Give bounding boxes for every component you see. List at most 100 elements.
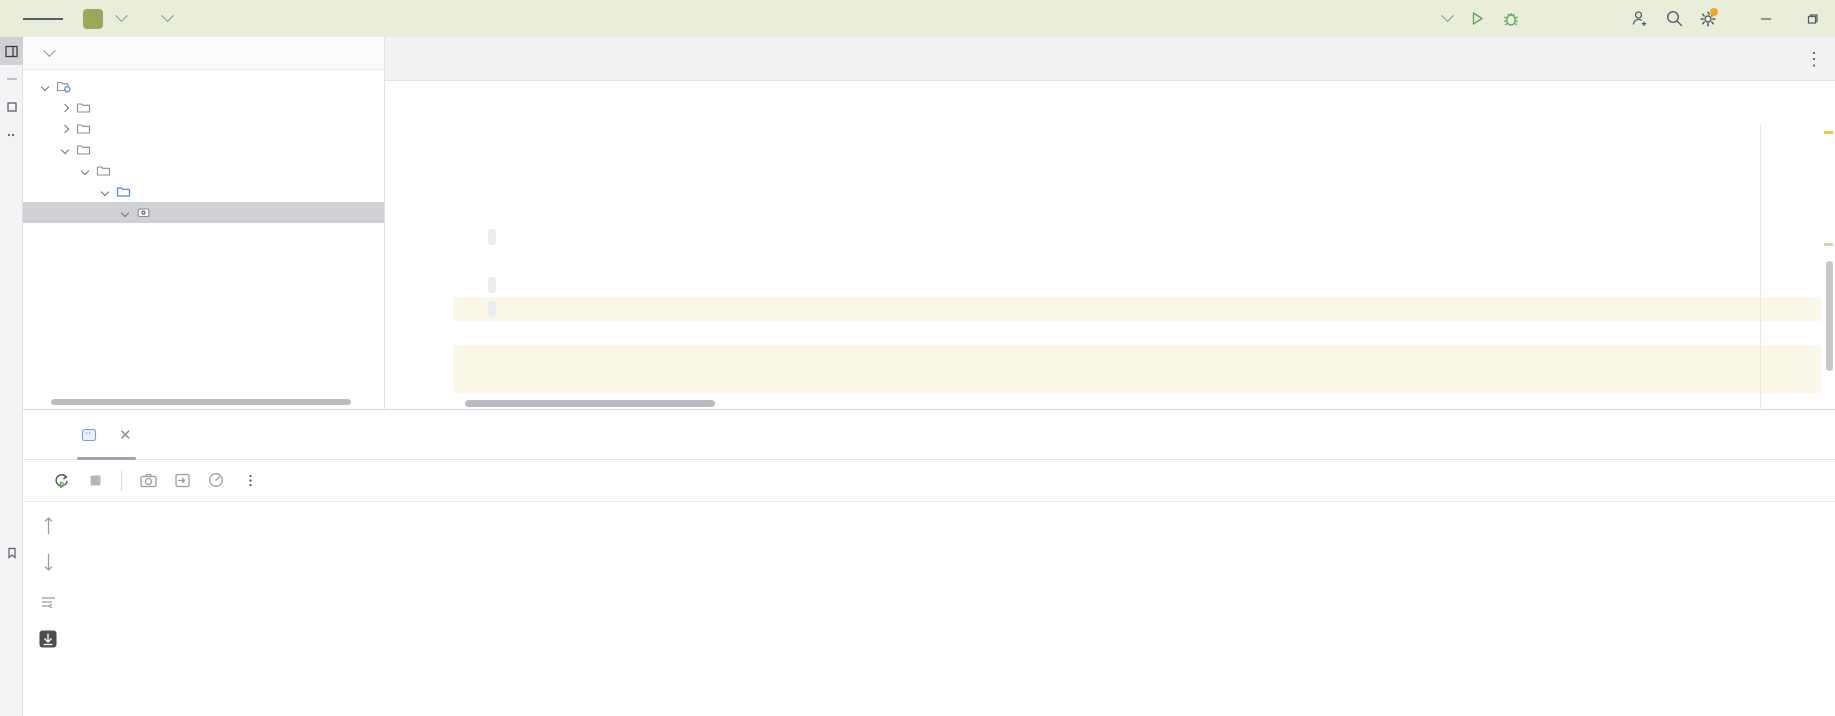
chevron-right-icon[interactable]	[57, 103, 73, 112]
main-menu-button[interactable]	[23, 0, 63, 37]
run-configuration-selector[interactable]	[1428, 9, 1460, 26]
editor-tabs-more-button[interactable]: ⋮	[1799, 37, 1829, 81]
hamburger-line	[36, 17, 50, 20]
chevron-down-icon[interactable]	[97, 187, 113, 196]
stripe-warning-mark[interactable]	[1824, 131, 1833, 134]
rail-bookmarks-button[interactable]	[0, 539, 23, 567]
console-view[interactable]	[23, 502, 1835, 715]
editor-gutter[interactable]	[385, 81, 453, 409]
editor-vertical-scrollbar[interactable]	[1826, 261, 1833, 371]
project-badge	[83, 8, 103, 29]
add-user-button[interactable]	[1623, 0, 1657, 37]
rail-project-button[interactable]	[0, 37, 23, 65]
tree-item-main[interactable]	[23, 160, 384, 181]
folder-icon	[76, 145, 90, 155]
module-icon	[56, 81, 71, 93]
code-line-7	[453, 225, 1835, 249]
arrow-glyph	[40, 82, 50, 91]
debug-button[interactable]	[1494, 0, 1528, 37]
folder-icon	[73, 142, 93, 157]
editor-area: ⋮	[385, 37, 1835, 409]
code-line-9	[453, 273, 1835, 297]
toolbar-separator	[121, 470, 122, 491]
folder-icon	[76, 124, 90, 134]
tree-item-com-cc1[interactable]	[23, 202, 384, 223]
scroll-down-icon	[44, 554, 52, 571]
profiler-button[interactable]	[200, 465, 232, 497]
run-tab-hellodefineclass[interactable]: ✕	[67, 410, 146, 460]
main-toolbar	[0, 0, 1835, 37]
code-line-10	[453, 297, 1835, 321]
project-panel-header[interactable]	[23, 37, 384, 70]
close-icon[interactable]: ✕	[119, 426, 132, 444]
tree-item-src[interactable]	[23, 139, 384, 160]
restore-window-button[interactable]	[1789, 0, 1835, 37]
code-content[interactable]	[453, 81, 1835, 409]
folder-icon	[73, 100, 93, 115]
more-options-button[interactable]	[234, 465, 266, 497]
project-selector[interactable]	[75, 6, 134, 32]
tree-item-vscode[interactable]	[23, 118, 384, 139]
chevron-down-icon[interactable]	[77, 166, 93, 175]
chevron-down-icon[interactable]	[37, 82, 53, 91]
chevron-down-icon[interactable]	[57, 145, 73, 154]
debug-bug-icon	[1503, 12, 1519, 26]
stop-icon	[90, 475, 100, 486]
run-button[interactable]	[1460, 0, 1494, 37]
add-user-icon	[1632, 11, 1646, 26]
bookmark-icon	[7, 547, 16, 559]
editor-horizontal-scrollbar[interactable]	[465, 400, 715, 407]
screenshot-button[interactable]	[132, 465, 164, 497]
hamburger-line	[23, 17, 37, 20]
restore-icon	[1807, 13, 1818, 24]
scroll-up-button[interactable]	[36, 514, 60, 536]
code-editor[interactable]	[385, 81, 1835, 409]
stripe-info-mark[interactable]	[1824, 243, 1833, 246]
parameter-hint-src	[487, 277, 496, 293]
rerun-icon	[54, 473, 68, 489]
chevron-down-icon	[161, 9, 174, 23]
run-tool-window: ✕	[23, 409, 1835, 716]
soft-wrap-button[interactable]	[36, 590, 60, 612]
more-dots-icon	[7, 133, 14, 137]
toolbar-logo-gap	[0, 0, 23, 37]
folder-icon	[96, 166, 110, 176]
code-line-13	[453, 369, 1835, 393]
chevron-right-icon[interactable]	[57, 124, 73, 133]
arrow-glyph	[120, 208, 130, 217]
rail-structure-button[interactable]	[0, 93, 23, 121]
search-button[interactable]	[1657, 0, 1691, 37]
arrow-glyph	[60, 145, 70, 154]
tree-item-idea[interactable]	[23, 97, 384, 118]
project-horizontal-scrollbar[interactable]	[51, 399, 351, 405]
console-output[interactable]	[73, 502, 1835, 715]
chevron-down-icon[interactable]	[117, 208, 133, 217]
stop-button[interactable]	[79, 465, 111, 497]
camera-icon	[139, 473, 157, 488]
minimize-window-button[interactable]	[1743, 0, 1789, 37]
rail-more-button[interactable]	[0, 121, 23, 149]
run-toolbar	[23, 460, 1835, 502]
source-folder-icon	[116, 187, 130, 197]
scroll-to-end-button[interactable]	[36, 628, 60, 650]
search-icon	[1666, 10, 1682, 27]
scroll-down-button[interactable]	[36, 552, 60, 574]
vcs-widget[interactable]	[148, 9, 180, 26]
tree-item-java[interactable]	[23, 181, 384, 202]
run-triangle-icon	[1472, 12, 1483, 25]
export-button[interactable]	[166, 465, 198, 497]
export-icon	[174, 473, 190, 488]
rerun-button[interactable]	[45, 465, 77, 497]
settings-button[interactable]	[1691, 0, 1725, 37]
rail-divider	[0, 65, 23, 93]
separator-icon	[6, 78, 17, 80]
parameter-hint-name	[487, 229, 496, 245]
parameter-hint-args	[487, 301, 496, 317]
tree-item-demo-maven[interactable]	[23, 76, 384, 97]
